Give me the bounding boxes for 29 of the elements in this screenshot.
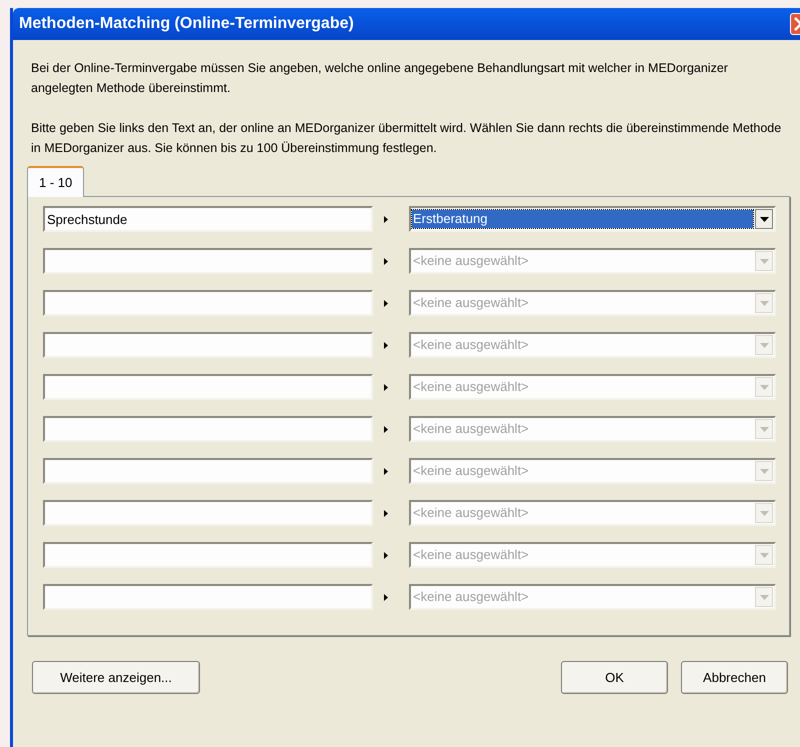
arrow-icon (384, 258, 388, 264)
text-input[interactable] (43, 584, 373, 610)
instruction-text: Bitte geben Sie links den Text an, der online an MEDorganizer übermittelt wird. Wählen Sie dann rechts die übereinstimmende Methode in MEDorganizer aus. Sie können bis zu 100 Übereinstimmung festlegen. (31, 120, 782, 157)
arrow-icon (384, 594, 388, 600)
show-more-button[interactable]: Weitere anzeigen... (32, 661, 200, 694)
instruction-text: Bei der Online-Terminvergabe müssen Sie angeben, welche online angegebene Behandlungsart mit welcher in MEDorganizer angelegten Methode übereinstimmt. (31, 60, 729, 97)
method-dropdown[interactable]: Erstberatung (409, 206, 776, 232)
ok-button[interactable]: OK (561, 661, 668, 694)
text-input[interactable] (43, 416, 373, 442)
arrow-icon (384, 468, 388, 474)
cancel-button[interactable]: Abbrechen (681, 661, 788, 694)
tab[interactable]: 1 - 10 (27, 166, 84, 197)
text-input[interactable]: Sprechstunde (43, 206, 373, 232)
arrow-icon (384, 216, 388, 222)
arrow-icon (384, 384, 388, 390)
arrow-icon (384, 300, 388, 306)
arrow-icon (384, 342, 388, 348)
text-input[interactable] (43, 542, 373, 568)
text-input[interactable] (43, 500, 373, 526)
arrow-icon (384, 510, 388, 516)
arrow-icon (384, 426, 388, 432)
text-input[interactable] (43, 374, 373, 400)
text-input[interactable] (43, 248, 373, 274)
window-title: Methoden-Matching (Online-Terminvergabe) (19, 14, 354, 34)
text-input[interactable] (43, 332, 373, 358)
caret-icon[interactable] (755, 209, 773, 229)
arrow-icon (384, 552, 388, 558)
text-input[interactable] (43, 290, 373, 316)
text-input[interactable] (43, 458, 373, 484)
